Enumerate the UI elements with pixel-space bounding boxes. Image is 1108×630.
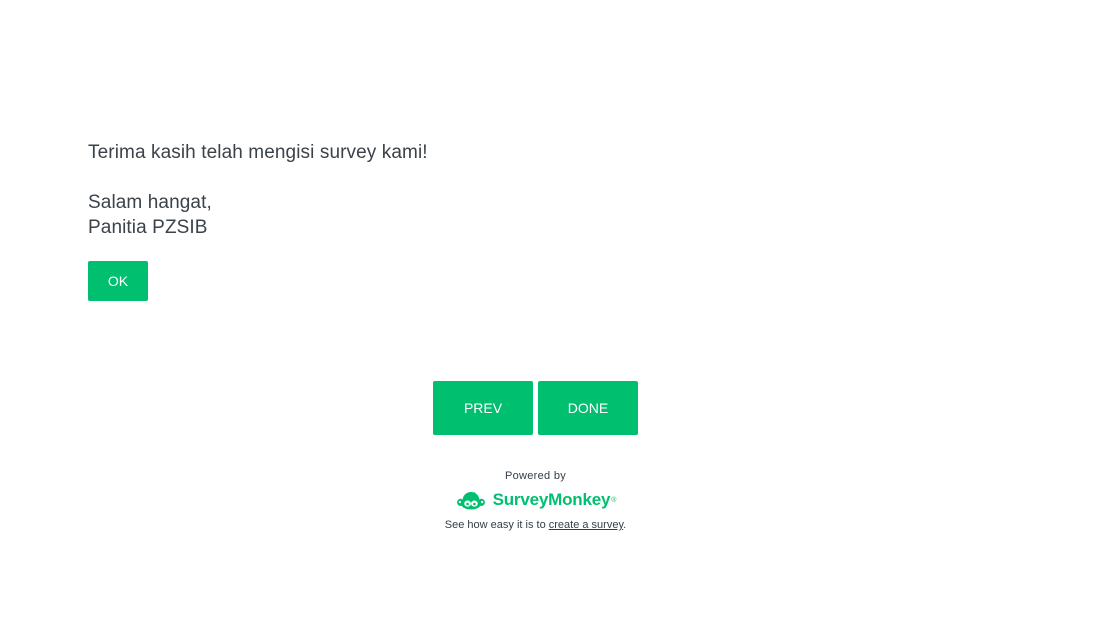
- thank-you-line: Terima kasih telah mengisi survey kami!: [88, 142, 428, 163]
- brand-trademark: ®: [611, 496, 617, 504]
- ok-button[interactable]: OK: [88, 261, 148, 301]
- done-button[interactable]: DONE: [538, 381, 638, 435]
- prev-button[interactable]: PREV: [433, 381, 533, 435]
- signature-line: Panitia PZSIB: [88, 217, 208, 238]
- surveymonkey-logo-icon: [455, 490, 487, 510]
- tagline-text: See how easy it is to: [444, 519, 549, 531]
- message-spacer: [88, 165, 428, 190]
- survey-completion-page: Terima kasih telah mengisi survey kami! …: [0, 0, 1108, 630]
- greeting-line: Salam hangat,: [88, 192, 212, 213]
- powered-by-footer: Powered by SurveyMonkey ® See how easy it…: [0, 468, 1071, 534]
- brand-name: SurveyMonkey: [492, 490, 611, 509]
- surveymonkey-brand-link[interactable]: SurveyMonkey ®: [455, 487, 617, 513]
- create-survey-link[interactable]: create a survey: [549, 519, 623, 531]
- thank-you-message: Terima kasih telah mengisi survey kami! …: [88, 140, 428, 240]
- powered-by-label: Powered by: [504, 470, 567, 482]
- create-survey-tagline: See how easy it is to create a survey.: [0, 516, 1071, 534]
- tagline-period: .: [623, 519, 627, 531]
